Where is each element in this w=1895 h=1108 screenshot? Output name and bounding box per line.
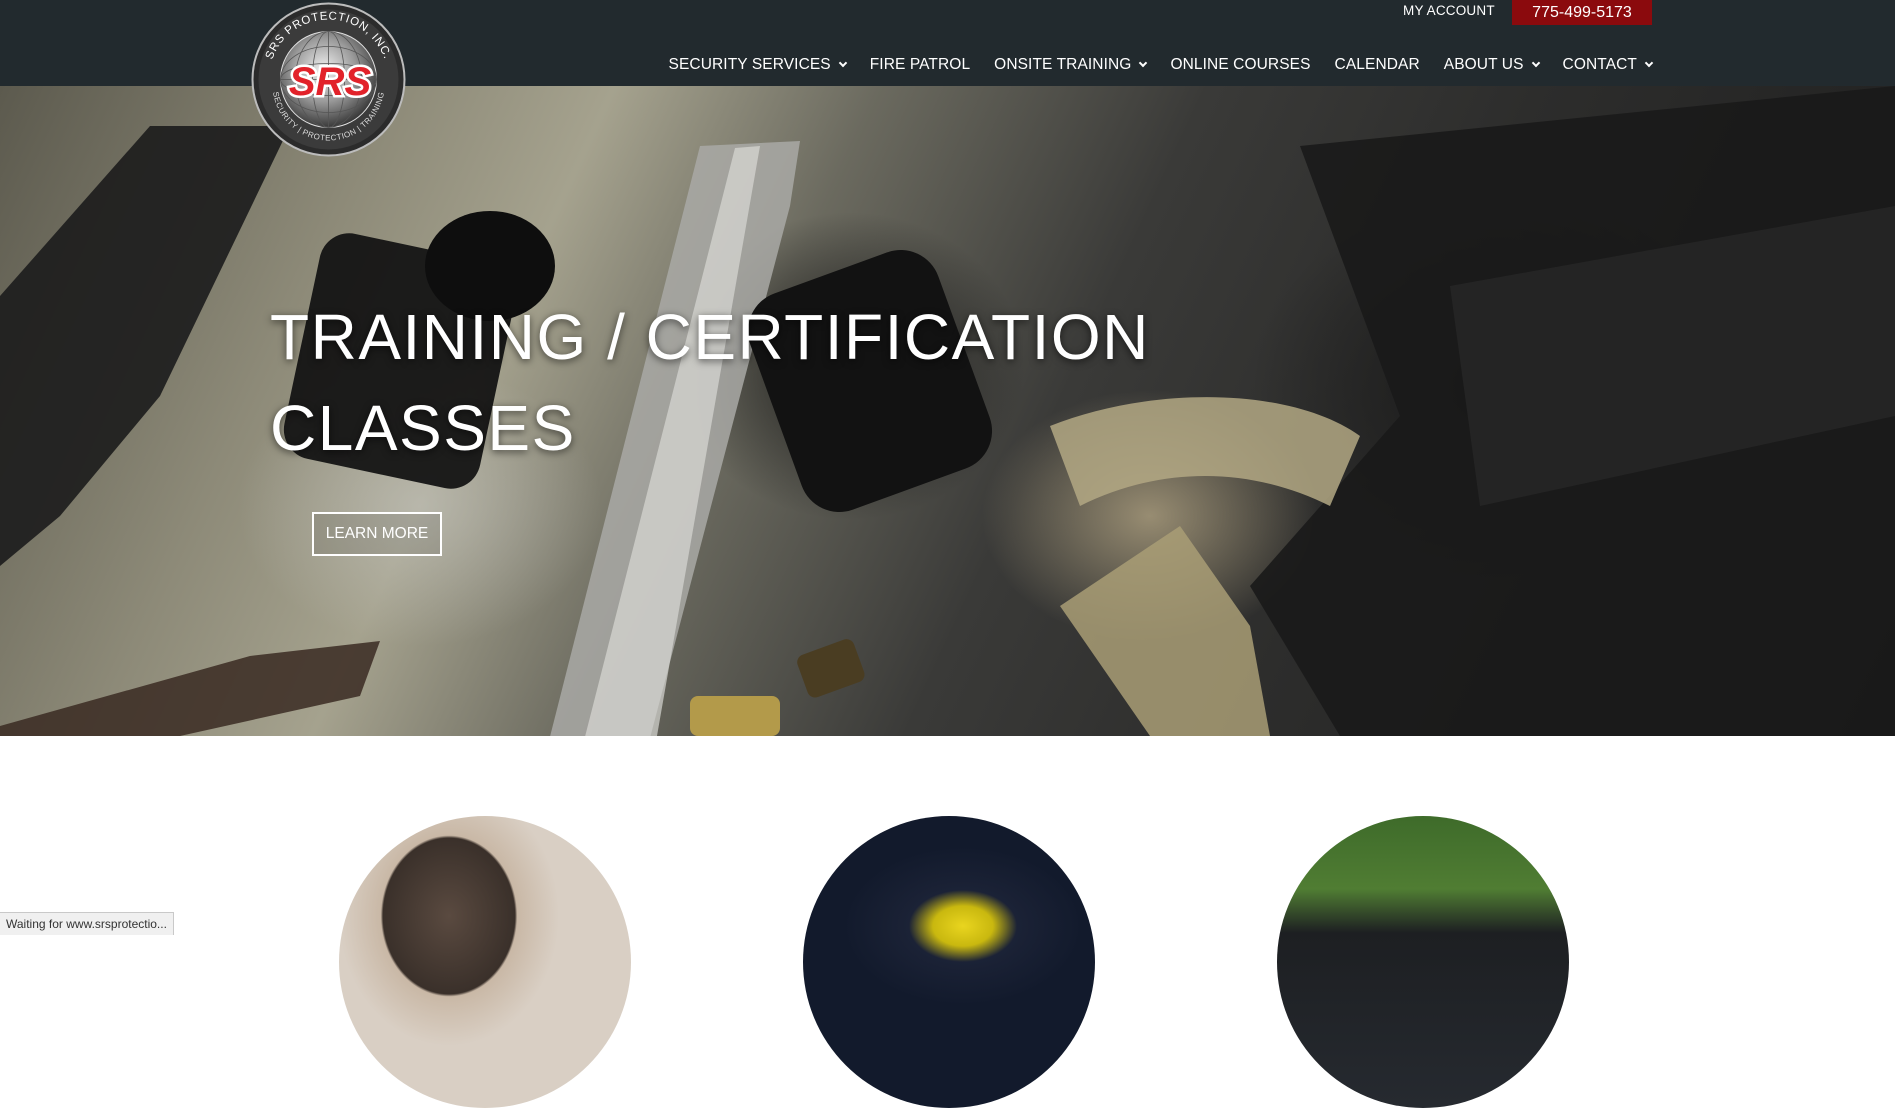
nav-about-us[interactable]: ABOUT US [1432, 56, 1551, 74]
nav-calendar[interactable]: CALENDAR [1323, 56, 1432, 74]
chevron-down-icon [1531, 58, 1540, 68]
nav-onsite-training[interactable]: ONSITE TRAINING [982, 56, 1158, 74]
main-nav: SECURITY SERVICES FIRE PATROL ONSITE TRA… [657, 56, 1654, 74]
service-image-circle-3[interactable] [1277, 816, 1569, 1108]
service-image-circle-2[interactable] [803, 816, 1095, 1108]
srs-logo[interactable]: SRS PROTECTION, INC. SECURITY | PROTECTI… [251, 2, 406, 157]
nav-contact[interactable]: CONTACT [1551, 56, 1654, 74]
service-image-circle-1[interactable] [339, 816, 631, 1108]
phone-number-button[interactable]: 775-499-5173 [1512, 0, 1652, 25]
nav-fire-patrol[interactable]: FIRE PATROL [858, 56, 982, 74]
chevron-down-icon [838, 58, 847, 68]
hero-banner: TRAINING / CERTIFICATION CLASSES LEARN M… [0, 86, 1895, 736]
logo-mark: SRS [289, 60, 372, 104]
browser-status-bar: Waiting for www.srsprotectio... [0, 912, 174, 935]
nav-online-courses[interactable]: ONLINE COURSES [1158, 56, 1322, 74]
learn-more-button[interactable]: LEARN MORE [312, 512, 442, 556]
chevron-down-icon [1644, 58, 1654, 68]
my-account-link[interactable]: MY ACCOUNT [1403, 3, 1495, 18]
chevron-down-icon [1139, 58, 1148, 68]
hero-title-line-2: CLASSES [270, 392, 576, 464]
hero-title-line-1: TRAINING / CERTIFICATION [270, 301, 1150, 373]
nav-security-services[interactable]: SECURITY SERVICES [657, 56, 858, 74]
hero-title: TRAINING / CERTIFICATION CLASSES [270, 292, 1270, 474]
